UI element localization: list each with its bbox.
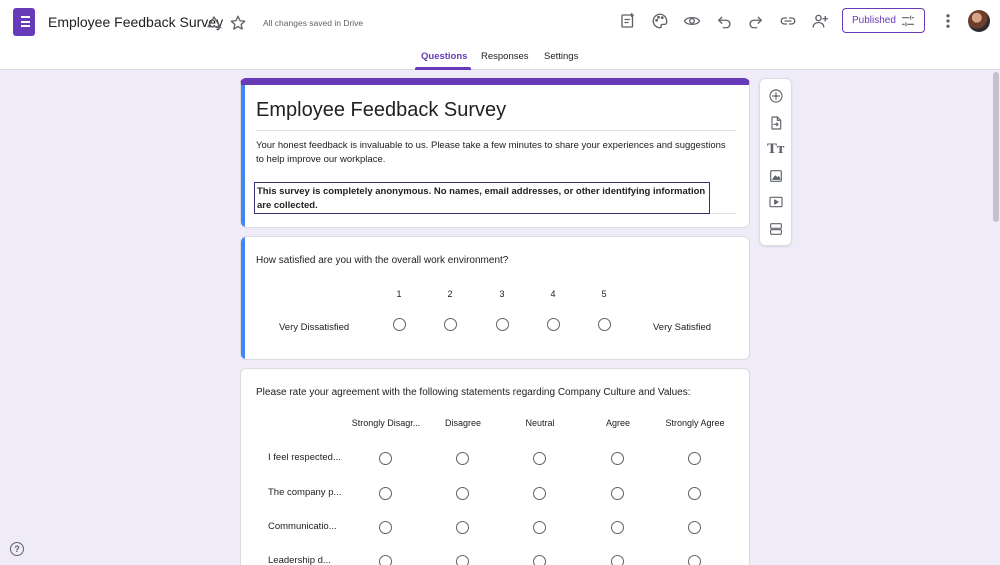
forms-app-icon[interactable] [13,8,35,36]
add-title-icon[interactable]: Tт [767,140,785,158]
scale-number-4: 4 [550,289,556,299]
scale-number-2: 2 [447,289,453,299]
scale-high-label: Very Satisfied [653,322,712,333]
import-questions-icon[interactable] [767,114,785,132]
grid-radio[interactable] [456,487,469,500]
focus-indicator [241,85,245,227]
customize-theme-icon[interactable] [617,10,639,32]
add-collaborator-icon[interactable] [809,10,831,32]
grid-radio[interactable] [688,555,701,565]
tab-responses[interactable]: Responses [481,51,529,62]
grid-radio[interactable] [688,487,701,500]
undo-icon[interactable] [713,10,735,32]
scale-number-3: 3 [499,289,505,299]
help-icon[interactable]: ? [10,542,24,556]
question-card-grid[interactable]: Please rate your agreement with the foll… [240,368,750,565]
grid-column-disagree: Disagree [444,418,482,428]
save-status: All changes saved in Drive [263,18,364,28]
grid-radio[interactable] [456,555,469,565]
grid-radio[interactable] [533,521,546,534]
grid-radio[interactable] [379,487,392,500]
form-title-card[interactable]: Employee Feedback Survey Your honest fee… [240,78,750,228]
grid-row-label: I feel respected... [268,452,341,463]
grid-radio[interactable] [456,452,469,465]
focus-indicator [241,237,245,359]
title-divider [256,130,736,131]
question-side-toolbar: Tт [759,78,792,246]
grid-column-neutral: Neutral [525,418,555,428]
preview-eye-icon[interactable] [681,10,703,32]
scale-radio-2[interactable] [444,318,457,331]
grid-radio[interactable] [611,452,624,465]
grid-radio[interactable] [379,555,392,565]
add-title-glyph: Tт [767,141,785,157]
add-question-icon[interactable] [767,87,785,105]
scale-radio-1[interactable] [393,318,406,331]
published-button[interactable]: Published [842,8,925,33]
grid-radio[interactable] [611,521,624,534]
tab-settings[interactable]: Settings [544,51,578,62]
grid-row-label: Leadership d... [268,555,331,565]
link-icon[interactable] [777,10,799,32]
add-video-icon[interactable] [767,193,785,211]
tab-questions[interactable]: Questions [421,51,467,62]
form-title[interactable]: Employee Feedback Survey [256,99,506,122]
scale-number-5: 5 [601,289,607,299]
scale-radio-4[interactable] [547,318,560,331]
published-label: Published [852,15,896,26]
more-options-icon[interactable] [937,10,959,32]
grid-radio[interactable] [688,521,701,534]
question-card-linear-scale[interactable]: How satisfied are you with the overall w… [240,236,750,360]
description-divider [711,213,736,214]
form-description[interactable]: Your honest feedback is invaluable to us… [256,139,726,167]
avatar[interactable] [968,10,990,32]
grid-radio[interactable] [533,555,546,565]
scale-radio-3[interactable] [496,318,509,331]
grid-radio[interactable] [456,521,469,534]
grid-radio[interactable] [379,452,392,465]
grid-radio[interactable] [379,521,392,534]
scale-low-label: Very Dissatisfied [279,322,350,333]
grid-column-agree: Agree [605,418,631,428]
grid-column-strongly-disagree: Strongly Disagr... [351,418,421,428]
palette-icon[interactable] [649,10,671,32]
document-title[interactable]: Employee Feedback Survey [48,14,223,30]
page-scrollbar[interactable] [993,72,999,222]
anonymous-note-field[interactable]: This survey is completely anonymous. No … [254,182,710,214]
redo-icon[interactable] [745,10,767,32]
grid-radio[interactable] [611,487,624,500]
app-header: Employee Feedback Survey All changes sav… [0,0,1000,70]
grid-radio[interactable] [611,555,624,565]
move-to-folder-icon[interactable] [203,12,225,34]
grid-row-label: Communicatio... [268,521,337,532]
active-tab-indicator [415,67,471,70]
star-icon[interactable] [227,12,249,34]
question-text[interactable]: How satisfied are you with the overall w… [256,255,508,266]
question-text[interactable]: Please rate your agreement with the foll… [256,387,691,398]
publish-settings-icon [902,15,914,27]
add-section-icon[interactable] [767,220,785,238]
grid-radio[interactable] [533,487,546,500]
grid-row-label: The company p... [268,487,342,498]
add-image-icon[interactable] [767,167,785,185]
grid-radio[interactable] [688,452,701,465]
editor-tabs: Questions Responses Settings [0,46,1000,70]
grid-radio[interactable] [533,452,546,465]
grid-column-strongly-agree: Strongly Agree [665,418,725,428]
scale-radio-5[interactable] [598,318,611,331]
scale-number-1: 1 [396,289,402,299]
